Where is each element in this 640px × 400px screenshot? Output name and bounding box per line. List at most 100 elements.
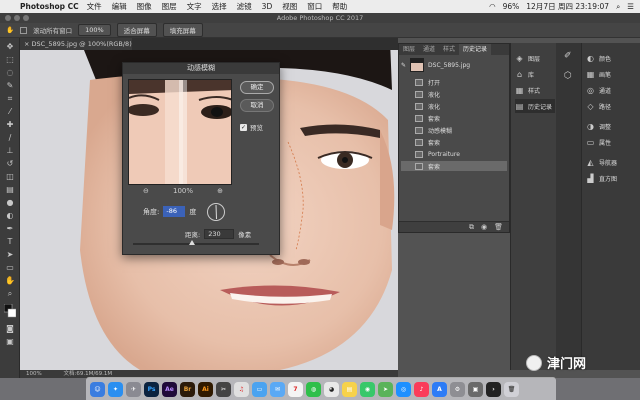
search-icon[interactable]: ⌕ — [616, 2, 620, 12]
battery-level[interactable]: 96% — [503, 2, 520, 11]
preview-checkbox[interactable]: ✓ — [240, 123, 247, 131]
preview-app-icon[interactable]: ▣ — [468, 381, 483, 397]
fill-screen-button[interactable]: 填充屏幕 — [162, 23, 203, 37]
history-step[interactable]: 液化 — [401, 89, 507, 99]
shape-tool-icon[interactable]: ▭ — [4, 263, 16, 272]
path-select-tool-icon[interactable]: ➤ — [4, 250, 16, 259]
music-icon[interactable]: ♫ — [234, 381, 249, 397]
menu-select[interactable]: 选择 — [212, 1, 227, 12]
dock-brush[interactable]: ▦ 画笔 — [586, 67, 611, 81]
mail-icon[interactable]: ✉ — [270, 381, 285, 397]
trash-dock-icon[interactable]: 🗑 — [504, 381, 519, 397]
angle-input[interactable]: -86 — [163, 206, 186, 217]
notes-icon[interactable]: ▤ — [342, 381, 357, 397]
hand-tool-icon[interactable]: ✋ — [4, 276, 16, 285]
distance-slider[interactable] — [133, 240, 259, 245]
distance-input[interactable]: 230 — [204, 229, 235, 239]
history-step[interactable]: 液化 — [401, 101, 507, 111]
blur-preview[interactable] — [128, 79, 232, 185]
color-swatches-icon[interactable] — [3, 303, 17, 320]
dock-color[interactable]: ◐ 颜色 — [586, 51, 611, 65]
minimize-window-icon[interactable] — [14, 15, 20, 21]
system-preferences-icon[interactable]: ⚙ — [450, 381, 465, 397]
menu-layer[interactable]: 图层 — [162, 1, 177, 12]
menu-file[interactable]: 文件 — [87, 1, 102, 12]
dialog-title[interactable]: 动感模糊 — [123, 63, 279, 74]
zoom-in-icon[interactable]: ⊕ — [217, 187, 223, 195]
qq-icon[interactable]: ◕ — [324, 381, 339, 397]
history-step[interactable]: 动感模糊 — [401, 125, 507, 135]
app-store-icon[interactable]: A — [432, 381, 447, 397]
dock-channels[interactable]: ◎ 通道 — [586, 83, 611, 97]
document-tab[interactable]: × DSC_5895.jpg @ 100%(RGB/8) — [20, 38, 132, 50]
menu-window[interactable]: 窗口 — [307, 1, 322, 12]
clock[interactable]: 12月7日 周四 23:19:07 — [526, 1, 609, 12]
history-snapshot[interactable]: ✎ DSC_5895.jpg — [401, 57, 507, 73]
history-step[interactable]: Portraiture — [401, 149, 507, 159]
quick-mask-icon[interactable]: ◙ — [4, 324, 16, 333]
menu-help[interactable]: 帮助 — [332, 1, 347, 12]
history-brush-source-icon[interactable]: ✎ — [401, 62, 406, 69]
zoom-100-button[interactable]: 100% — [78, 24, 111, 36]
move-tool-icon[interactable]: ✥ — [4, 42, 16, 51]
illustrator-icon[interactable]: Ai — [198, 381, 213, 397]
status-zoom[interactable]: 100% — [26, 371, 42, 377]
tab-styles[interactable]: 样式 — [439, 44, 459, 55]
history-step[interactable]: 套索 — [401, 113, 507, 123]
history-step[interactable]: 套索 — [401, 137, 507, 147]
trash-icon[interactable]: 🗑 — [494, 223, 503, 231]
distance-slider-thumb[interactable] — [189, 240, 195, 245]
history-brush-tool-icon[interactable]: ↺ — [4, 159, 16, 168]
terminal-icon[interactable]: › — [486, 381, 501, 397]
dock-styles[interactable]: ▦ 样式 — [515, 83, 540, 97]
after-effects-icon[interactable]: Ae — [162, 381, 177, 397]
3d-icon[interactable]: ⬡ — [564, 71, 572, 81]
finder-icon[interactable]: ☺ — [90, 381, 105, 397]
type-tool-icon[interactable]: T — [4, 237, 16, 246]
history-step[interactable]: 打开 — [401, 77, 507, 87]
maximize-window-icon[interactable] — [23, 15, 29, 21]
new-document-icon[interactable]: ⧉ — [469, 223, 474, 232]
dock-adjustments[interactable]: ◑ 调整 — [586, 119, 611, 133]
tab-channels[interactable]: 通道 — [419, 44, 439, 55]
snapshot-camera-icon[interactable]: ◉ — [481, 223, 487, 231]
gradient-tool-icon[interactable]: ▤ — [4, 185, 16, 194]
screen-mode-icon[interactable]: ▣ — [4, 337, 16, 346]
menu-app-name[interactable]: Photoshop CC — [20, 2, 79, 11]
close-window-icon[interactable] — [5, 15, 11, 21]
pen-tool-icon[interactable]: ✒ — [4, 224, 16, 233]
dock-layers[interactable]: ◈ 图层 — [515, 51, 540, 65]
eraser-tool-icon[interactable]: ◫ — [4, 172, 16, 181]
scroll-all-checkbox[interactable] — [20, 26, 28, 34]
dock-paths[interactable]: ◇ 路径 — [586, 99, 611, 113]
itunes-icon[interactable]: ♪ — [414, 381, 429, 397]
menu-list-icon[interactable]: ☰ — [627, 2, 634, 11]
dock-library[interactable]: ⌂ 库 — [515, 67, 534, 81]
final-cut-icon[interactable]: ✂ — [216, 381, 231, 397]
calendar-icon[interactable]: 7 — [288, 381, 303, 397]
menu-edit[interactable]: 编辑 — [112, 1, 127, 12]
marquee-tool-icon[interactable]: ⬚ — [4, 55, 16, 64]
safari-icon[interactable]: ✦ — [108, 381, 123, 397]
menu-type[interactable]: 文字 — [187, 1, 202, 12]
menu-filter[interactable]: 滤镜 — [237, 1, 252, 12]
dock-history[interactable]: ▤ 历史记录 — [515, 99, 556, 113]
ok-button[interactable]: 确定 — [240, 81, 274, 94]
eyedropper-tool-icon[interactable]: ⁄ — [4, 107, 16, 116]
tab-history[interactable]: 历史记录 — [459, 44, 492, 55]
menu-view[interactable]: 视图 — [282, 1, 297, 12]
dodge-tool-icon[interactable]: ◐ — [4, 211, 16, 220]
document-tab-close-icon[interactable]: × — [24, 40, 32, 48]
wechat-icon[interactable]: ◍ — [306, 381, 321, 397]
photoshop-icon[interactable]: Ps — [144, 381, 159, 397]
maps-icon[interactable]: ➤ — [378, 381, 393, 397]
app-green-icon[interactable]: ◉ — [360, 381, 375, 397]
healing-tool-icon[interactable]: ✚ — [4, 120, 16, 129]
cancel-button[interactable]: 取消 — [240, 99, 274, 112]
tab-layers[interactable]: 图层 — [399, 44, 419, 55]
brush-settings-icon[interactable]: ✐ — [564, 51, 572, 61]
hand-tool-icon[interactable]: ✋ — [6, 26, 14, 34]
bridge-icon[interactable]: Br — [180, 381, 195, 397]
compass-icon[interactable]: ◎ — [396, 381, 411, 397]
zoom-tool-icon[interactable]: ⌕ — [4, 289, 16, 298]
